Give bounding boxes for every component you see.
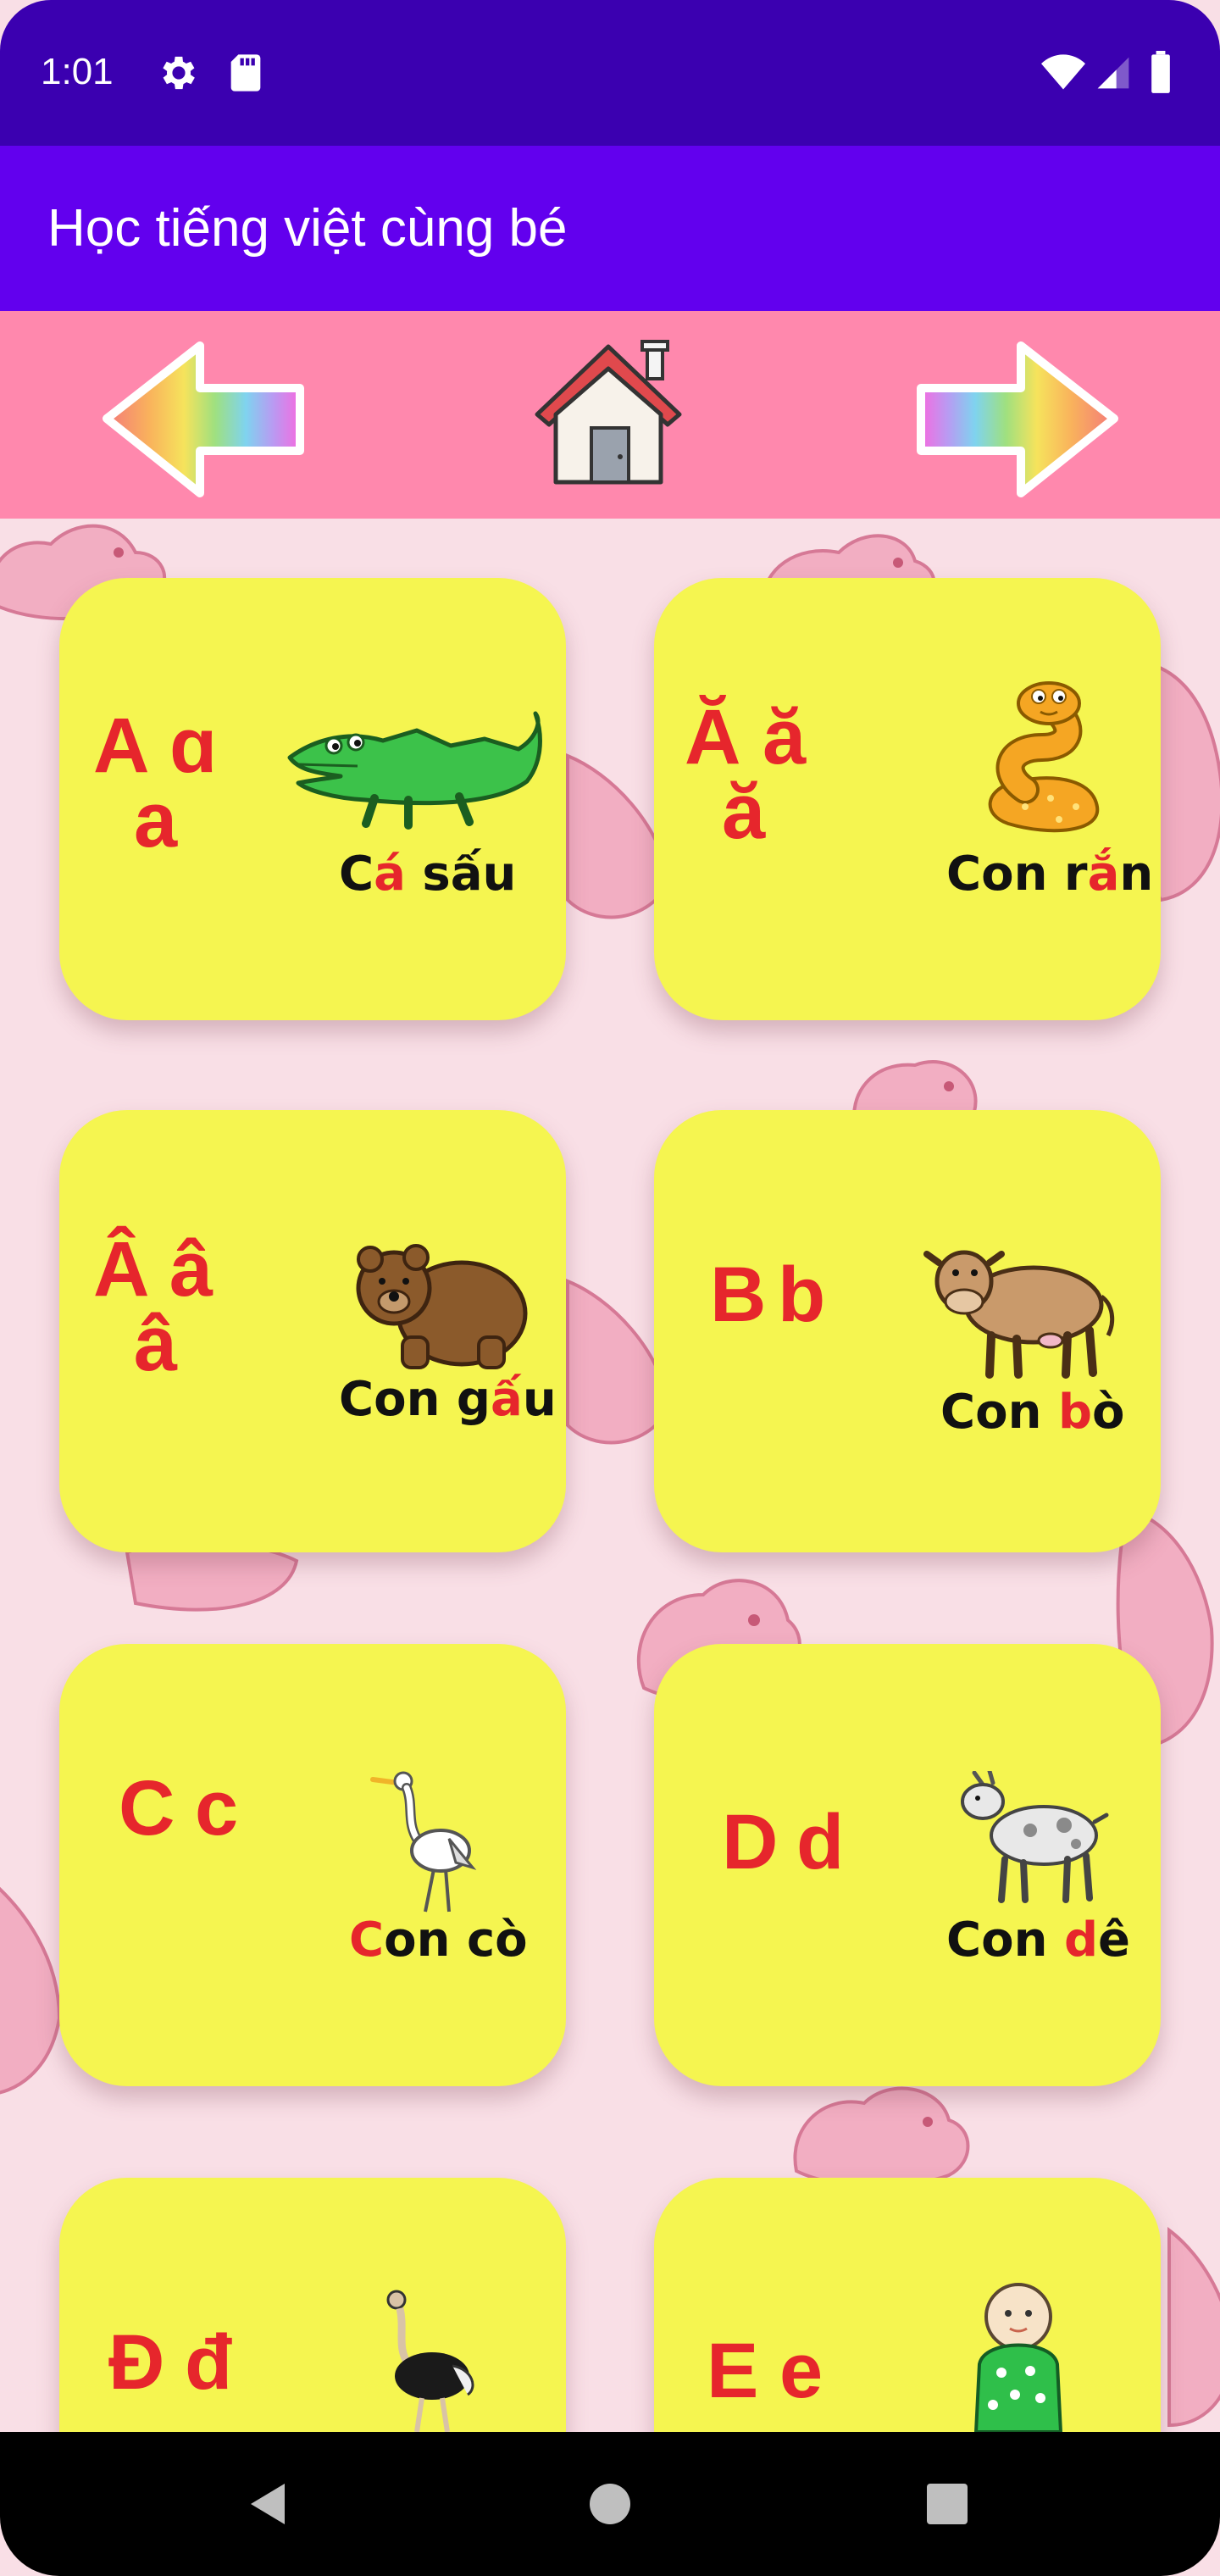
home-circle-icon xyxy=(590,2484,630,2524)
letter-lowercase: ă xyxy=(762,694,807,780)
letter-variant: a xyxy=(134,777,178,863)
recents-icon xyxy=(927,2484,968,2524)
letter-card-a-breve[interactable]: Ă ă ă Con rắn xyxy=(654,578,1161,1020)
letter-uppercase: D xyxy=(722,1799,779,1885)
letter-uppercase: C xyxy=(119,1765,175,1852)
ostrich-icon xyxy=(371,2288,481,2432)
system-nav-bar xyxy=(0,2432,1220,2576)
back-icon xyxy=(251,2484,285,2524)
example-word: Con gấu xyxy=(339,1372,557,1427)
letter-card-a-circumflex[interactable]: Â â â Con gấu xyxy=(59,1110,566,1552)
rainbow-arrow-left-icon xyxy=(103,341,304,497)
letter-card-b[interactable]: B b Con bò xyxy=(654,1110,1161,1552)
dinosaur-pattern-icon xyxy=(1152,2213,1220,2432)
app-bar: Học tiếng việt cùng bé xyxy=(0,146,1220,311)
letter-uppercase: Â xyxy=(93,1226,150,1313)
next-button[interactable] xyxy=(913,341,1121,497)
letter-card-a[interactable]: A ɑ a Cá sấu xyxy=(59,578,566,1020)
letter-card-d[interactable]: D d Con dê xyxy=(654,1644,1161,2086)
letter-card-c[interactable]: C c Con cò xyxy=(59,1644,566,2086)
example-word: Con rắn xyxy=(946,847,1154,902)
snake-icon xyxy=(974,680,1110,841)
status-time: 1:01 xyxy=(41,51,114,92)
example-word: Cá sấu xyxy=(339,847,517,902)
sd-card-icon xyxy=(224,51,268,95)
signal-icon xyxy=(1095,51,1132,95)
example-word: Con cò xyxy=(349,1913,528,1968)
letter-lowercase: b xyxy=(778,1252,826,1338)
letter-lowercase: đ xyxy=(185,2319,233,2406)
battery-icon xyxy=(1144,51,1178,95)
lesson-nav-bar xyxy=(0,311,1220,519)
crocodile-icon xyxy=(281,705,544,832)
back-button[interactable] xyxy=(236,2470,303,2538)
letter-card-d-stroke[interactable]: Đ đ xyxy=(59,2178,566,2432)
wifi-icon xyxy=(1038,51,1089,95)
alphabet-grid[interactable]: A ɑ a Cá sấu Ă ă ă Con rắn Â â â Con gấu… xyxy=(0,519,1220,2432)
stork-icon xyxy=(364,1763,483,1915)
previous-button[interactable] xyxy=(100,341,308,497)
example-word: Con bò xyxy=(940,1385,1125,1440)
app-title: Học tiếng việt cùng bé xyxy=(47,199,568,258)
baby-icon xyxy=(968,2279,1069,2432)
letter-lowercase: e xyxy=(779,2328,824,2414)
letter-uppercase: Ă xyxy=(685,694,741,780)
home-nav-button[interactable] xyxy=(576,2470,644,2538)
cow-icon xyxy=(923,1229,1118,1381)
house-icon xyxy=(535,340,682,485)
letter-uppercase: Đ xyxy=(108,2319,165,2406)
gear-icon xyxy=(157,51,201,95)
goat-icon xyxy=(949,1771,1110,1907)
rainbow-arrow-right-icon xyxy=(917,341,1118,497)
home-button[interactable] xyxy=(530,336,687,489)
example-word: Con dê xyxy=(946,1913,1131,1968)
letter-variant: â xyxy=(134,1301,178,1387)
recents-button[interactable] xyxy=(913,2470,981,2538)
letter-variant: ă xyxy=(722,769,766,855)
bear-icon xyxy=(352,1237,530,1373)
letter-uppercase: A xyxy=(93,702,150,789)
letter-lowercase: d xyxy=(796,1799,845,1885)
letter-card-e[interactable]: E e xyxy=(654,2178,1161,2432)
letter-lowercase: â xyxy=(169,1226,214,1313)
letter-lowercase: c xyxy=(195,1765,239,1852)
letter-lowercase: ɑ xyxy=(169,702,218,789)
letter-uppercase: E xyxy=(707,2328,759,2414)
letter-uppercase: B xyxy=(710,1252,767,1338)
status-bar: 1:01 xyxy=(0,0,1220,146)
